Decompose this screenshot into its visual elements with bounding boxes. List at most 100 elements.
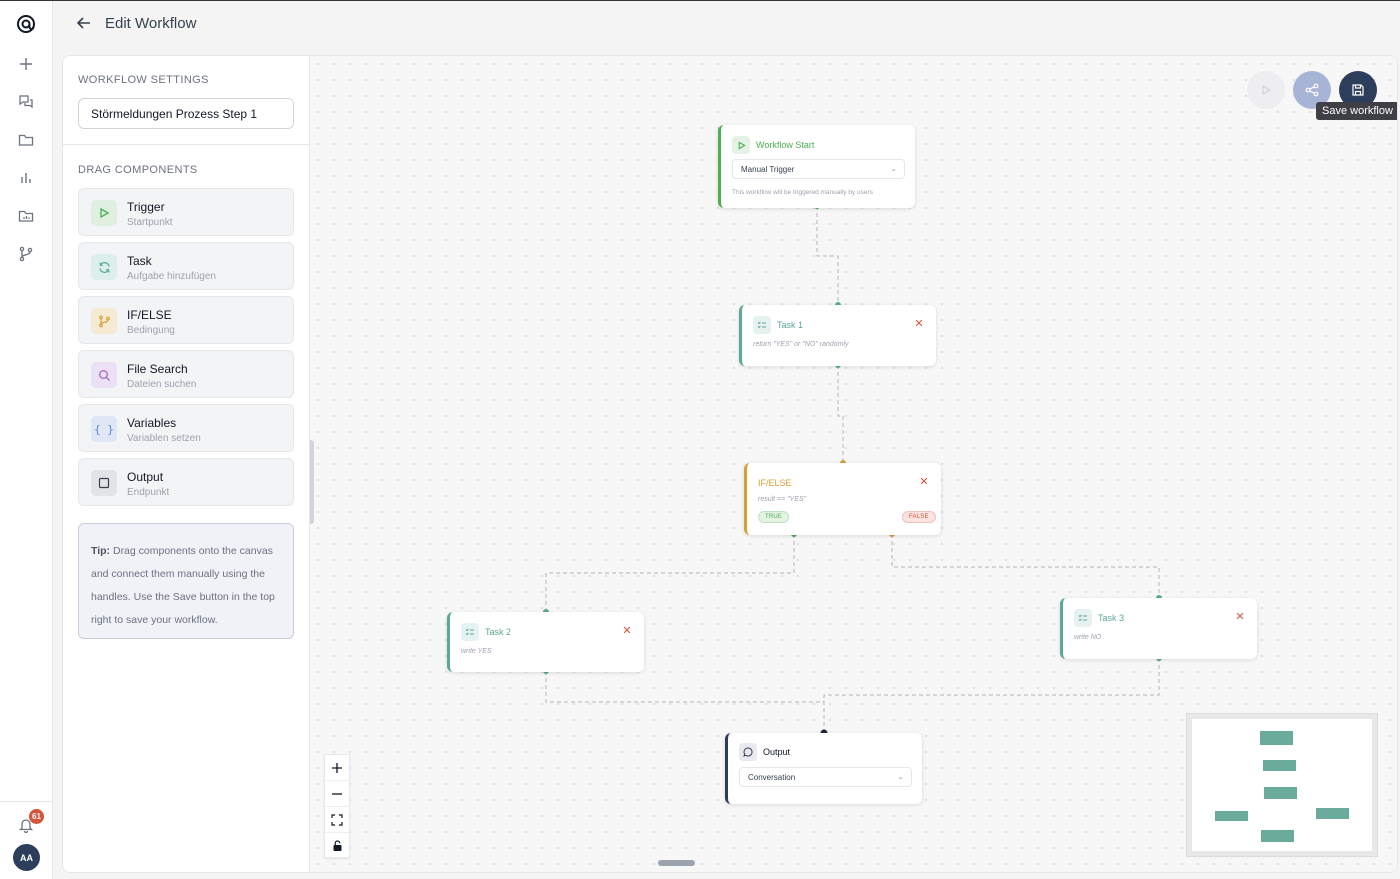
minus-icon [332,792,342,795]
component-title: Variables [127,416,177,430]
run-workflow-button[interactable] [1247,71,1285,109]
select-value: Conversation [748,772,796,782]
message-icon [739,743,757,761]
component-title: Task [127,254,152,268]
edge-ifelse-task2 [545,534,795,612]
node-description: return "YES" or "NO" randomly [753,341,849,348]
settings-panel: WORKFLOW SETTINGS DRAG COMPONENTS Trigge… [63,56,310,872]
chevron-down-icon: ⌄ [897,772,904,781]
node-description: write YES [461,648,492,655]
notification-badge: 61 [29,809,44,824]
node-title: Workflow Start [756,140,815,150]
edge-task1-ifelse [837,365,844,463]
square-icon [91,470,117,496]
workflow-editor: WORKFLOW SETTINGS DRAG COMPONENTS Trigge… [62,55,1398,873]
rail-divider [0,801,53,802]
tip-label: Tip: [91,545,111,557]
fit-view-button[interactable] [325,807,349,833]
component-title: Trigger [127,200,165,214]
minimap-node [1263,760,1296,771]
node-workflow-start[interactable]: Workflow Start Manual Trigger ⌄ This wor… [718,125,915,208]
back-arrow-icon[interactable] [75,14,93,32]
page-header: Edit Workflow [53,1,1400,47]
minimap-node [1215,811,1248,821]
workflow-canvas[interactable]: Workflow Start Manual Trigger ⌄ This wor… [310,56,1397,872]
component-file-search[interactable]: File Search Dateien suchen [78,350,294,398]
delete-node-icon[interactable]: ✕ [621,625,633,637]
refresh-icon [91,254,117,280]
edge-ifelse-task3 [891,534,1160,598]
new-chat-icon[interactable] [14,52,38,76]
node-task-3[interactable]: Task 3 ✕ write NO [1060,598,1257,659]
trigger-type-select[interactable]: Manual Trigger ⌄ [732,159,905,179]
play-icon [1262,84,1272,96]
app-logo-icon[interactable] [14,12,38,36]
minimap-node [1316,808,1349,819]
edge-task2-output [545,671,825,733]
delete-node-icon[interactable]: ✕ [1234,611,1246,623]
component-title: File Search [127,362,188,376]
node-description: This workflow will be triggered manually… [732,189,873,196]
edge-start-task1 [816,206,839,305]
node-description: write NO [1074,634,1102,641]
node-ifelse[interactable]: IF/ELSE ✕ result == "YES" TRUE FALSE [744,463,941,535]
component-output[interactable]: Output Endpunkt [78,458,294,506]
page-title: Edit Workflow [105,15,197,32]
branch-icon [91,308,117,334]
tip-box: Tip: Drag components onto the canvas and… [78,523,294,639]
lock-icon [333,840,341,851]
component-variables[interactable]: { } Variables Variablen setzen [78,404,294,452]
lock-canvas-button[interactable] [325,833,349,859]
drag-components-title: DRAG COMPONENTS [78,164,198,176]
dashboard-icon[interactable] [14,204,38,228]
save-tooltip: Save workflow [1316,102,1397,120]
delete-node-icon[interactable]: ✕ [913,318,925,330]
zoom-out-button[interactable] [325,781,349,807]
node-output[interactable]: Output Conversation ⌄ [725,733,922,804]
minimap-node [1260,731,1293,745]
node-task-1[interactable]: Task 1 ✕ return "YES" or "NO" randomly [739,305,936,366]
component-ifelse[interactable]: IF/ELSE Bedingung [78,296,294,344]
tip-text: Drag components onto the canvas and conn… [91,545,275,626]
node-description: result == "YES" [758,496,807,503]
minimap[interactable] [1186,713,1378,857]
component-trigger[interactable]: Trigger Startpunkt [78,188,294,236]
node-title: Task 1 [777,320,804,330]
node-task-2[interactable]: Task 2 ✕ write YES [447,612,644,672]
list-check-icon [461,623,479,641]
node-title: IF/ELSE [758,478,792,488]
folder-icon[interactable] [14,128,38,152]
node-title: Task 2 [485,627,512,637]
component-title: Output [127,470,164,484]
component-subtitle: Variablen setzen [127,433,201,444]
node-title: Output [763,747,791,757]
canvas-scrollbar[interactable] [658,860,695,866]
share-icon [1305,83,1319,97]
panel-resize-handle[interactable] [310,440,314,524]
workflow-name-input[interactable] [78,98,294,129]
panel-divider [63,144,310,145]
component-task[interactable]: Task Aufgabe hinzufügen [78,242,294,290]
component-subtitle: Dateien suchen [127,379,197,390]
node-title: Task 3 [1098,613,1125,623]
analytics-icon[interactable] [14,166,38,190]
true-branch-badge: TRUE [758,511,790,523]
delete-node-icon[interactable]: ✕ [918,476,930,488]
save-icon [1352,84,1364,96]
minimap-node [1264,787,1297,799]
workflow-icon[interactable] [14,242,38,266]
chats-icon[interactable] [14,90,38,114]
false-branch-badge: FALSE [902,511,936,523]
output-type-select[interactable]: Conversation ⌄ [739,767,912,787]
list-check-icon [1074,609,1092,627]
zoom-controls [324,754,350,858]
component-subtitle: Bedingung [127,325,175,336]
braces-icon: { } [91,416,117,442]
user-avatar[interactable]: AA [13,844,40,871]
component-title: IF/ELSE [127,308,172,322]
component-subtitle: Aufgabe hinzufügen [127,271,216,282]
zoom-in-button[interactable] [325,755,349,781]
play-icon [732,136,750,154]
workflow-settings-title: WORKFLOW SETTINGS [78,74,209,86]
select-value: Manual Trigger [741,164,795,174]
